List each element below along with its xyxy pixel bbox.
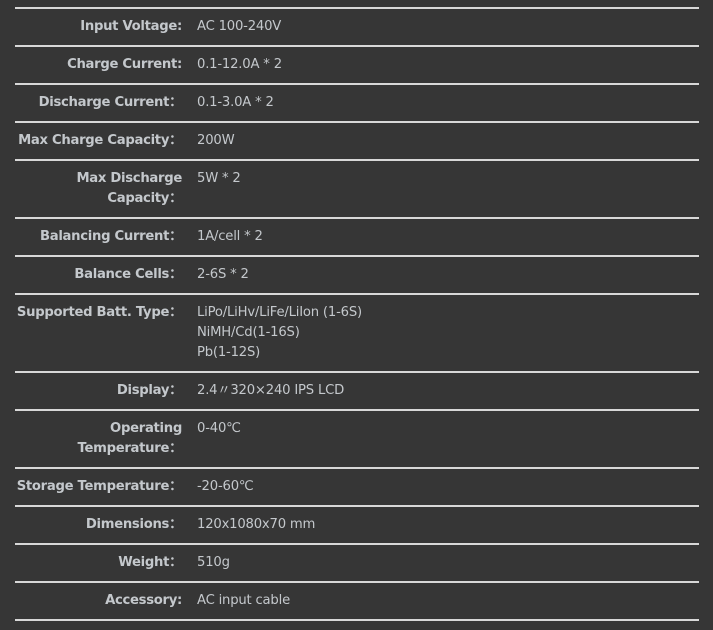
spec-row-display: Display： 2.4〃320×240 IPS LCD (15, 373, 699, 411)
spec-row-storage-temperature: Storage Temperature： -20-60℃ (15, 469, 699, 507)
spec-row-balancing-current: Balancing Current： 1A/cell * 2 (15, 219, 699, 257)
spec-value: 0.1-3.0A * 2 (197, 93, 699, 113)
spec-label: Charge Current: (67, 57, 182, 72)
spec-value-line: LiPo/LiHv/LiFe/LiIon (1-6S) (197, 305, 362, 320)
spec-value-line: 1A/cell * 2 (197, 229, 263, 244)
spec-value: AC input cable (197, 591, 699, 611)
spec-value-line: -20-60℃ (197, 479, 254, 494)
spec-value-line: 5W * 2 (197, 171, 241, 186)
spec-row-dimensions: Dimensions： 120x1080x70 mm (15, 507, 699, 545)
spec-value-line: 510g (197, 555, 230, 570)
spec-value: 2-6S * 2 (197, 265, 699, 285)
spec-value-line: AC input cable (197, 593, 290, 608)
spec-value-line: 200W (197, 133, 235, 148)
spec-row-weight: Weight： 510g (15, 545, 699, 583)
spec-label: Accessory: (105, 593, 182, 608)
spec-value: 510g (197, 553, 699, 573)
spec-value: 120x1080x70 mm (197, 515, 699, 535)
spec-value-line: NiMH/Cd(1-16S) (197, 325, 300, 340)
spec-row-max-discharge-capacity: Max Discharge Capacity： 5W * 2 (15, 161, 699, 219)
spec-value-line: 0-40℃ (197, 421, 241, 436)
spec-row-input-voltage: Input Voltage: AC 100-240V (15, 9, 699, 47)
spec-label: Operating Temperature： (77, 421, 183, 456)
spec-row-charge-current: Charge Current: 0.1-12.0A * 2 (15, 47, 699, 85)
spec-row-max-charge-capacity: Max Charge Capacity： 200W (15, 123, 699, 161)
spec-label: Discharge Current： (38, 95, 183, 110)
spec-label: Storage Temperature： (16, 479, 183, 494)
spec-value: 0-40℃ (197, 419, 699, 459)
spec-label: Max Discharge Capacity： (76, 171, 182, 206)
spec-value: 200W (197, 131, 699, 151)
spec-value-line: 120x1080x70 mm (197, 517, 316, 532)
spec-value: LiPo/LiHv/LiFe/LiIon (1-6S) NiMH/Cd(1-16… (197, 303, 699, 363)
spec-value-line: AC 100-240V (197, 19, 282, 34)
spec-label: Balancing Current： (39, 229, 182, 244)
spec-label: Input Voltage: (80, 19, 182, 34)
spec-row-supported-batt-type: Supported Batt. Type： LiPo/LiHv/LiFe/LiI… (15, 295, 699, 373)
spec-value: 0.1-12.0A * 2 (197, 55, 699, 75)
spec-value: 2.4〃320×240 IPS LCD (197, 381, 699, 401)
spec-value: 5W * 2 (197, 169, 699, 209)
spec-label: Display： (116, 383, 182, 398)
spec-value-line: 2.4〃320×240 IPS LCD (197, 383, 345, 398)
spec-value: -20-60℃ (197, 477, 699, 497)
spec-row-discharge-current: Discharge Current： 0.1-3.0A * 2 (15, 85, 699, 123)
spec-label: Dimensions： (85, 517, 182, 532)
spec-value-line: 2-6S * 2 (197, 267, 249, 282)
spec-label: Balance Cells： (74, 267, 182, 282)
spec-label: Weight： (118, 555, 182, 570)
spec-label: Supported Batt. Type： (16, 305, 182, 320)
spec-value: 1A/cell * 2 (197, 227, 699, 247)
spec-value-line: 0.1-3.0A * 2 (197, 95, 274, 110)
spec-row-accessory: Accessory: AC input cable (15, 583, 699, 621)
spec-label: Max Charge Capacity： (18, 133, 182, 148)
spec-row-balance-cells: Balance Cells： 2-6S * 2 (15, 257, 699, 295)
spec-table: Input Voltage: AC 100-240V Charge Curren… (15, 7, 699, 621)
spec-row-operating-temperature: Operating Temperature： 0-40℃ (15, 411, 699, 469)
spec-value-line: Pb(1-12S) (197, 345, 261, 360)
spec-value: AC 100-240V (197, 17, 699, 37)
spec-value-line: 0.1-12.0A * 2 (197, 57, 282, 72)
